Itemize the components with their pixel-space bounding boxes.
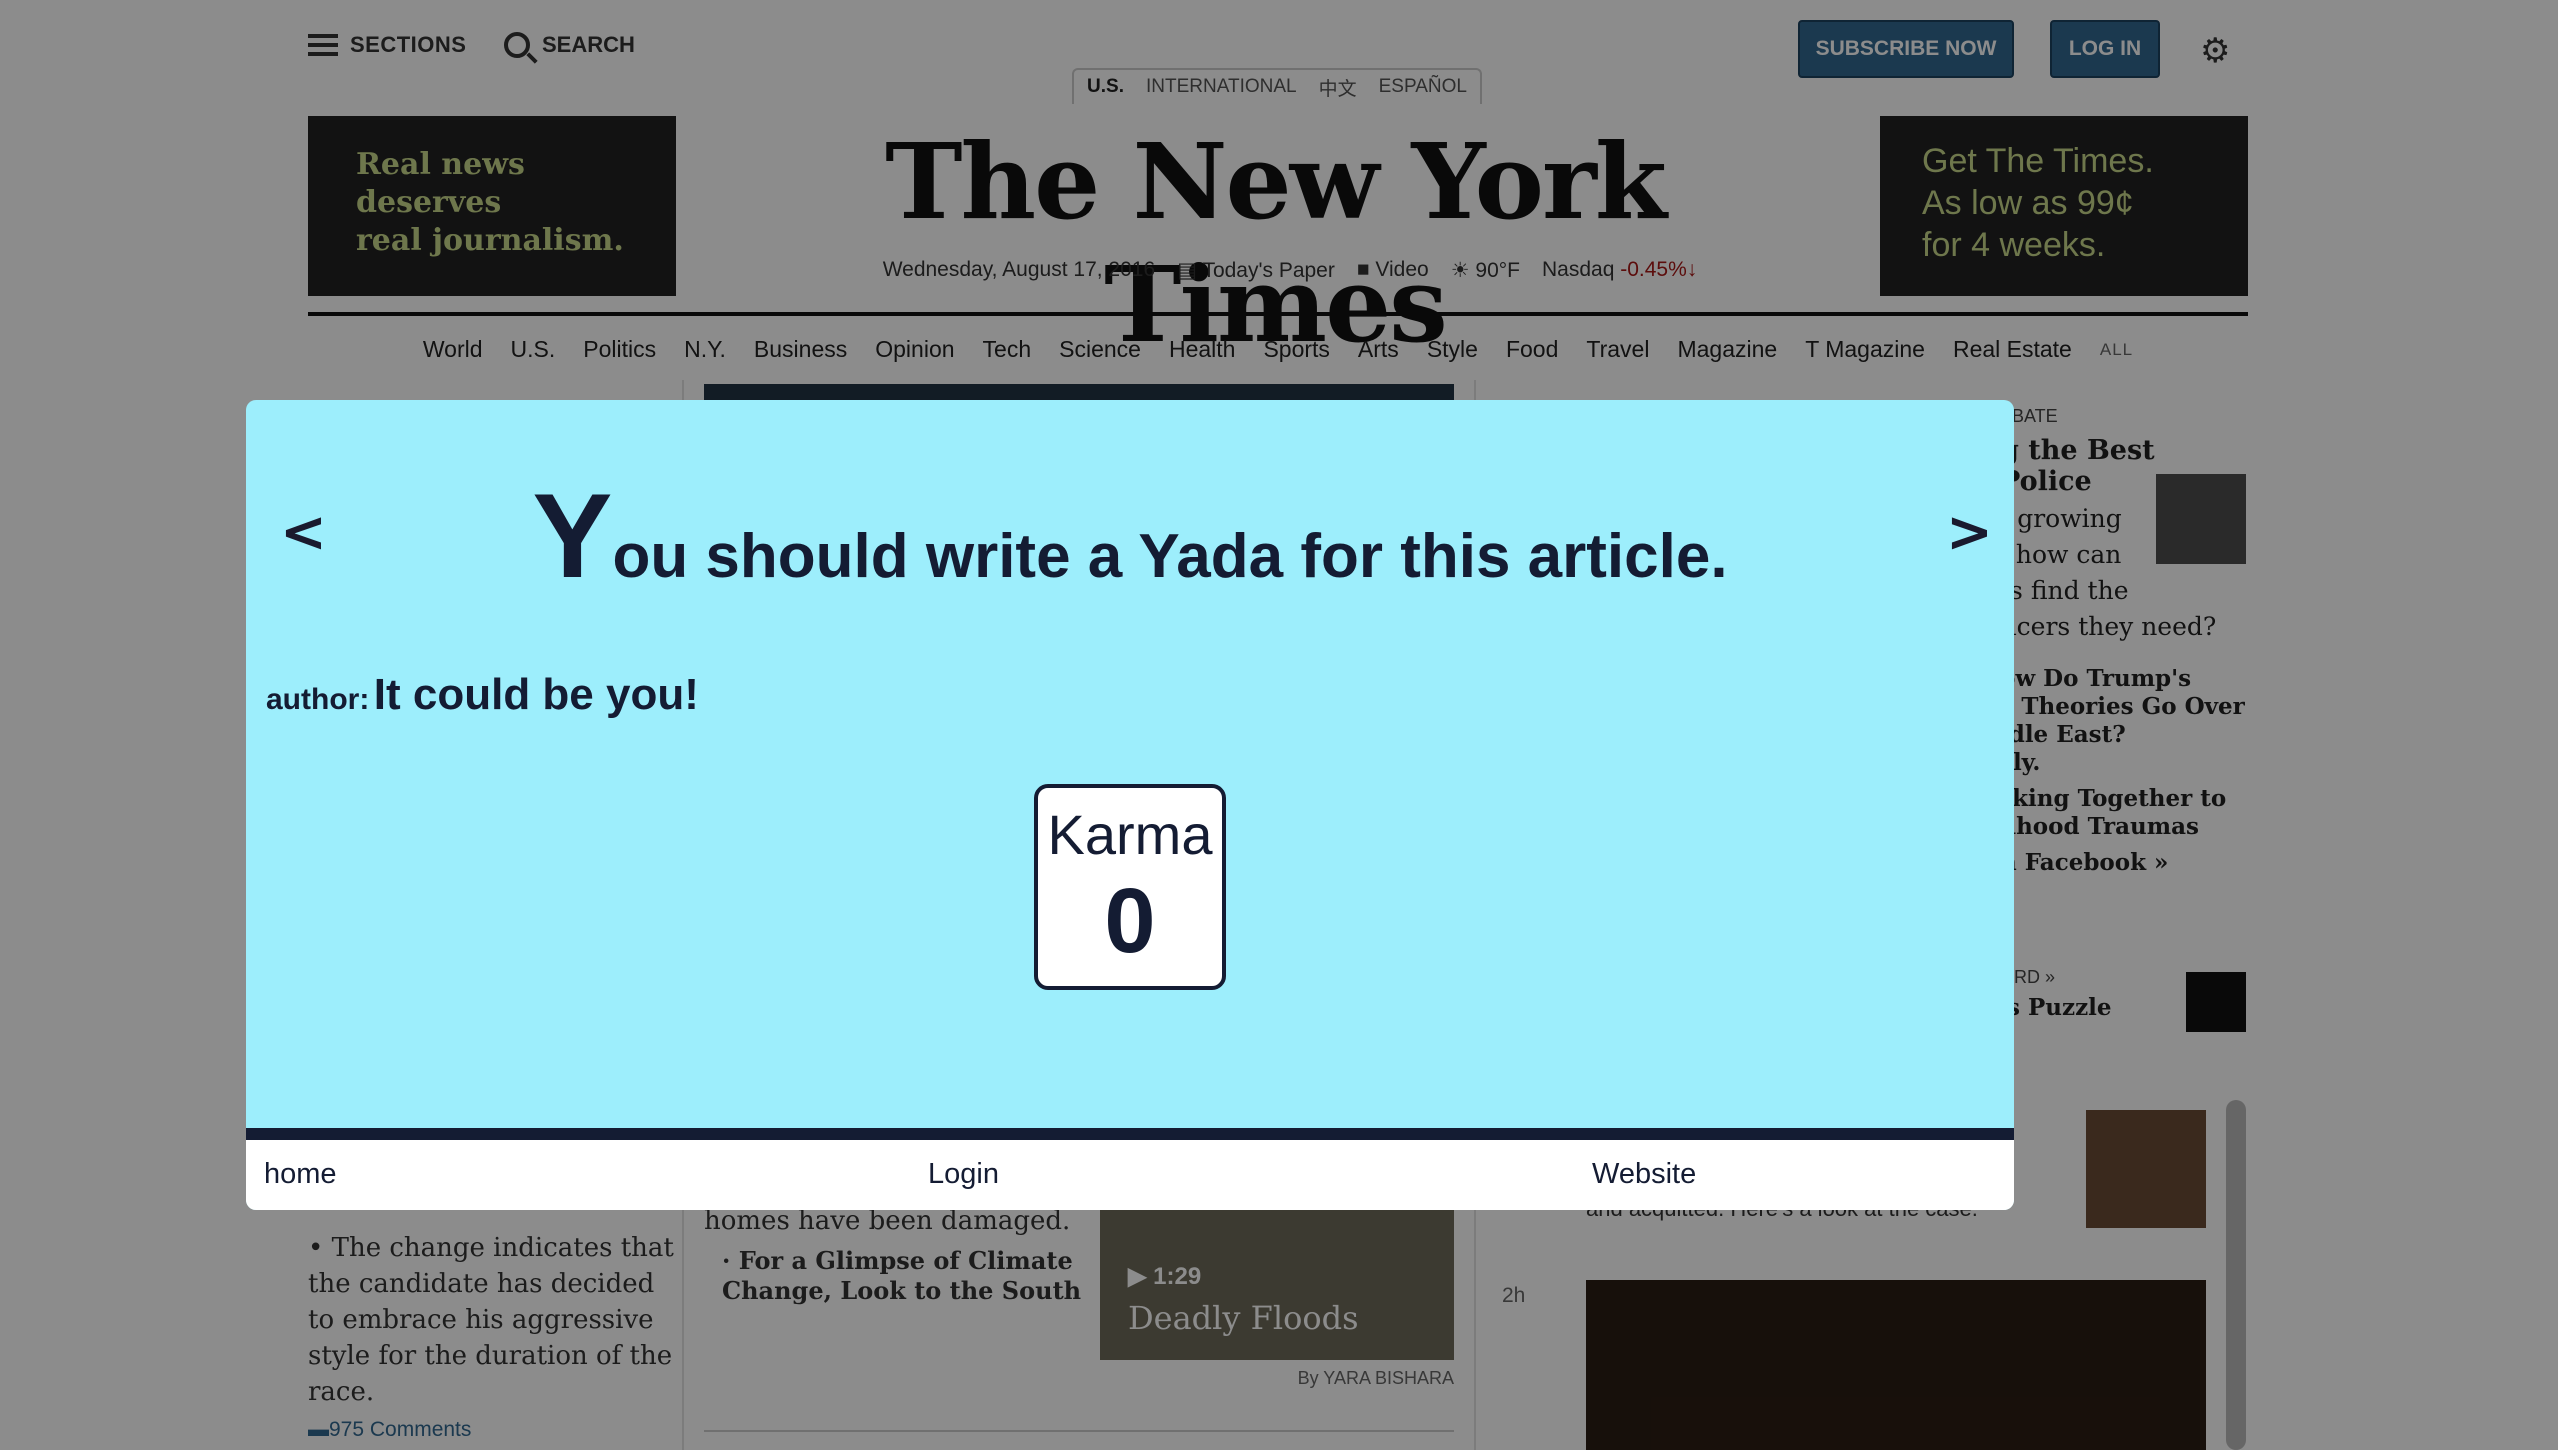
login-link[interactable]: Login [928, 1158, 999, 1191]
author-label: author: [266, 683, 370, 716]
karma-value: 0 [1104, 870, 1156, 972]
modal-footer: home Login Website [246, 1140, 2014, 1210]
karma-box: Karma 0 [1034, 784, 1226, 990]
modal-headline: You should write a Yada for this article… [246, 476, 2014, 596]
yada-modal: < > You should write a Yada for this art… [246, 400, 2014, 1210]
headline-text: ou should write a Yada for this article. [612, 522, 1728, 591]
author-value: It could be you! [373, 670, 699, 719]
headline-drop-cap: Y [532, 469, 613, 603]
website-link[interactable]: Website [1592, 1158, 1696, 1191]
home-link[interactable]: home [264, 1158, 337, 1191]
modal-footer-rule [246, 1128, 2014, 1140]
author-line: author: It could be you! [266, 670, 699, 720]
karma-label: Karma [1047, 803, 1213, 866]
